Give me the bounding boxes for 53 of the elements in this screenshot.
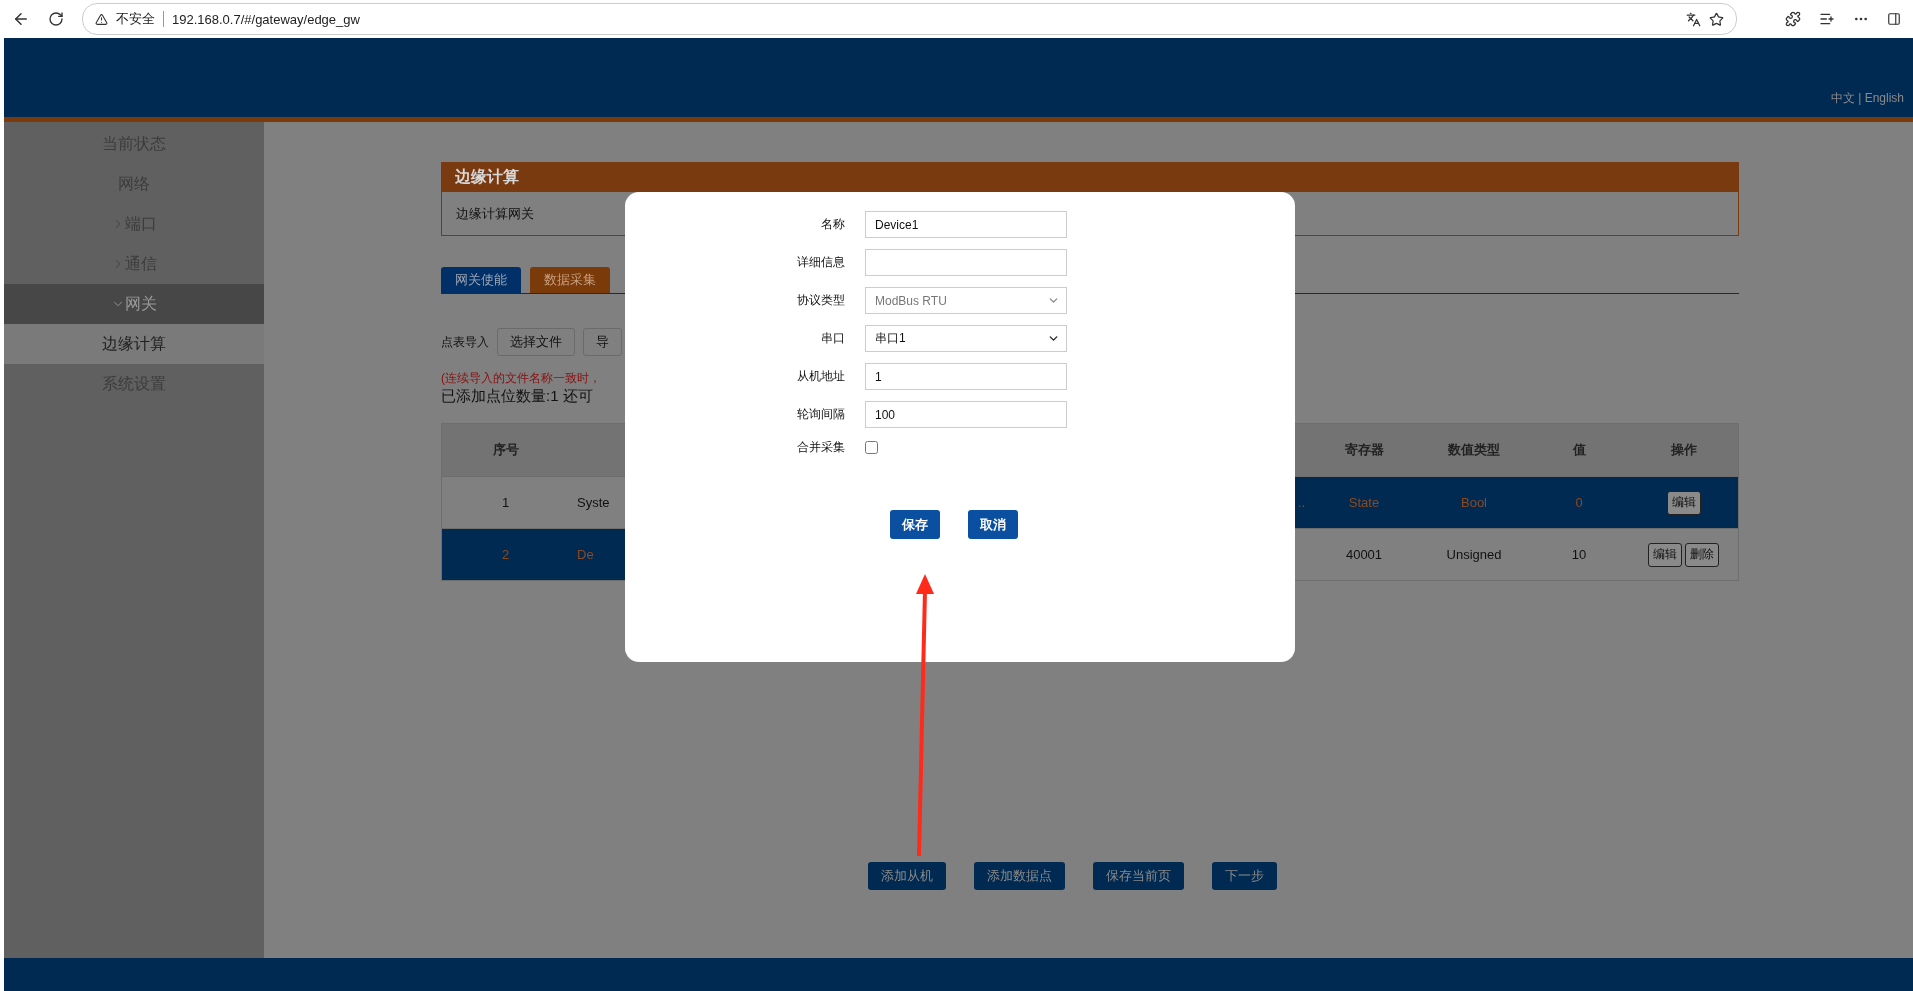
import-label: 点表导入 <box>441 333 489 351</box>
column-header: 数值类型 <box>1419 424 1529 476</box>
nav-button[interactable]: 添加数据点 <box>973 862 1065 890</box>
input-field[interactable] <box>865 249 1067 276</box>
translate-icon[interactable] <box>1686 11 1701 27</box>
checkbox[interactable] <box>865 441 878 454</box>
sidebar-icon[interactable] <box>1887 12 1901 26</box>
star-icon[interactable] <box>1709 11 1724 27</box>
nav-button[interactable]: 保存当前页 <box>1092 862 1184 890</box>
select-field[interactable]: 串口1 <box>865 325 1067 352</box>
table-cell: Bool <box>1419 476 1529 528</box>
field-label: 名称 <box>821 216 845 233</box>
tab[interactable]: 网关使能 <box>441 267 521 293</box>
field-label: 从机地址 <box>797 368 845 385</box>
action-button[interactable]: 编辑 <box>1666 490 1701 515</box>
nav-button[interactable]: 添加从机 <box>867 862 946 890</box>
input-field[interactable]: Device1 <box>865 211 1067 238</box>
puzzle-icon[interactable] <box>1785 11 1801 27</box>
notice-text: (连续导入的文件名称一致时， <box>441 370 601 387</box>
dialog-button[interactable]: 取消 <box>968 510 1018 539</box>
field-label: 详细信息 <box>797 254 845 271</box>
tab[interactable]: 数据采集 <box>530 267 610 293</box>
column-header: 序号 <box>442 424 569 476</box>
url-text: 192.168.0.7/#/gateway/edge_gw <box>172 11 360 27</box>
action-button[interactable]: 编辑 <box>1648 542 1682 567</box>
field-label: 协议类型 <box>797 292 845 309</box>
address-bar[interactable]: 不安全 192.168.0.7/#/gateway/edge_gw <box>82 3 1737 35</box>
panel-title: 边缘计算 <box>441 162 1739 192</box>
field-label: 串口 <box>821 330 845 347</box>
input-field[interactable]: 100 <box>865 401 1067 428</box>
reload-icon[interactable] <box>48 11 64 27</box>
column-header: 寄存器 <box>1309 424 1419 476</box>
nav-button[interactable]: 下一步 <box>1211 862 1277 890</box>
point-count: 已添加点位数量:1 还可 <box>441 387 593 406</box>
warning-icon <box>95 12 108 26</box>
sidebar-item[interactable]: 网关 <box>4 284 264 324</box>
action-button[interactable]: 删除 <box>1685 542 1719 567</box>
file-button[interactable]: 选择文件 <box>497 328 575 356</box>
table-cell: 2 <box>442 528 569 580</box>
column-header: 操作 <box>1629 424 1738 476</box>
column-header: 值 <box>1529 424 1629 476</box>
input-field[interactable]: 1 <box>865 363 1067 390</box>
table-cell: 0 <box>1529 476 1629 528</box>
table-cell: State <box>1309 476 1419 528</box>
security-label: 不安全 <box>116 10 155 28</box>
field-label: 合并采集 <box>797 439 845 456</box>
favorites-icon[interactable] <box>1819 11 1835 27</box>
sidebar-item[interactable]: 边缘计算 <box>4 324 264 364</box>
file-button[interactable]: 导 <box>583 328 622 356</box>
field-label: 轮询间隔 <box>797 406 845 423</box>
language-links: 中文 | English <box>1830 90 1904 107</box>
dialog-button[interactable]: 保存 <box>890 510 940 539</box>
back-icon[interactable] <box>12 10 30 28</box>
